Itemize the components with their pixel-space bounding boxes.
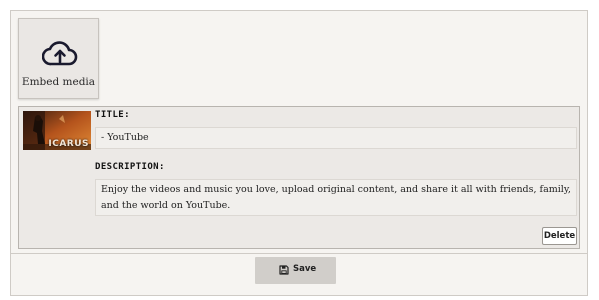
floppy-disk-icon xyxy=(279,265,289,275)
form-footer: Save xyxy=(10,254,588,296)
cloud-upload-icon xyxy=(42,41,78,66)
delete-button[interactable]: Delete xyxy=(542,227,577,245)
media-embed-panel: Embed media ICARUS Title xyxy=(10,10,588,254)
title-label: Title: xyxy=(95,110,130,120)
save-button[interactable]: Save xyxy=(255,257,336,284)
media-item-card: ICARUS Title: - YouTube Description: Enj… xyxy=(18,106,580,249)
title-field[interactable]: - YouTube xyxy=(95,127,577,149)
video-thumbnail-image: ICARUS xyxy=(23,111,91,150)
save-label: Save xyxy=(293,264,317,274)
description-label: Description: xyxy=(95,162,165,172)
thumbnail-caption: ICARUS xyxy=(48,139,89,149)
description-field[interactable]: Enjoy the videos and music you love, upl… xyxy=(95,179,577,216)
embed-media-label: Embed media xyxy=(21,76,96,88)
embed-media-button[interactable]: Embed media xyxy=(18,18,99,99)
